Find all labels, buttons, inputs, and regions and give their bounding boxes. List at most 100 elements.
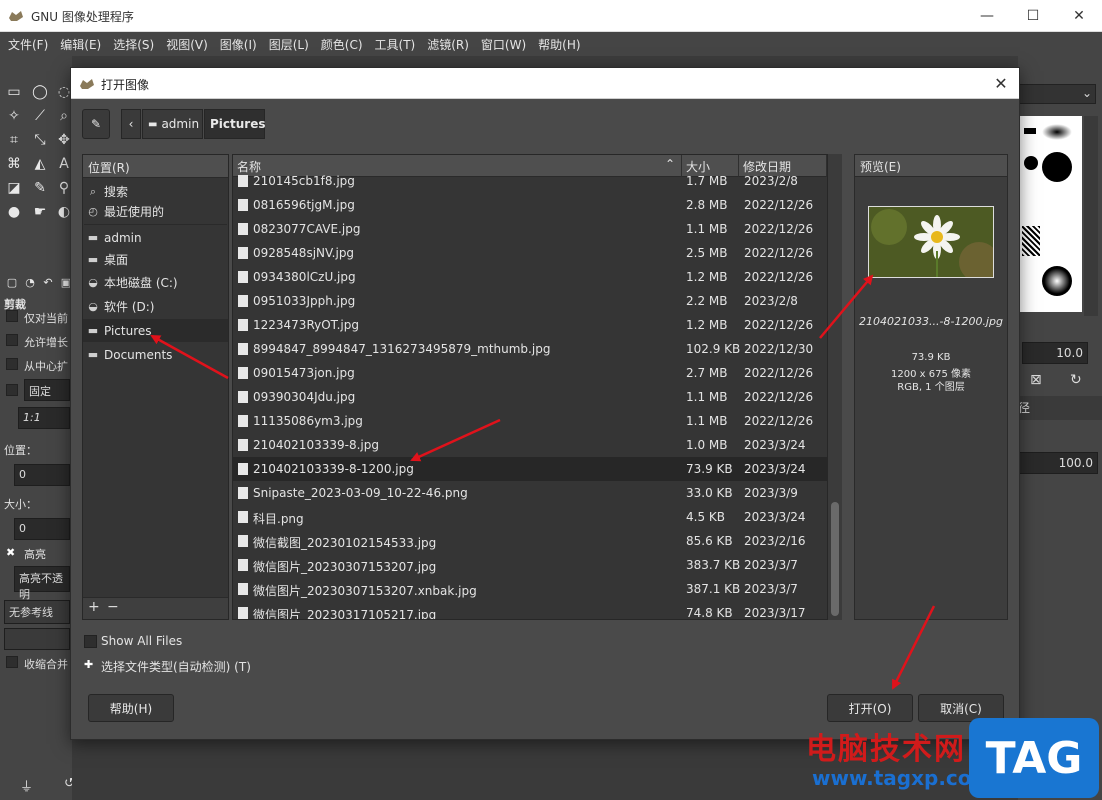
fixed-mode-select[interactable]: 固定 [24,379,70,401]
ellipse-select-tool-icon[interactable]: ◯ [30,82,50,102]
minimize-button[interactable]: — [964,0,1010,32]
place-item[interactable]: ◒ 软件 (D:) [83,295,228,318]
toolbox: ▭ ◯ ◌ ✧ ⟋ ⌕ ⌗ ⤡ ✥ ⌘ ◭ A ◪ ✎ ⚲ ● ☛ ◐ ▢ ◔ … [0,56,72,800]
maximize-button[interactable]: ☐ [1010,0,1056,32]
file-row[interactable]: 科目.png 4.5 KB 2023/3/24 [233,505,827,529]
file-row[interactable]: 11135086ym3.jpg 1.1 MB 2022/12/26 [233,409,827,433]
position-field[interactable]: 0 [14,464,70,486]
open-button[interactable]: 打开(O) [827,694,913,722]
file-row[interactable]: 8994847_8994847_1316273495879_mthumb.jpg… [233,337,827,361]
menu-item[interactable]: 帮助(H) [532,36,586,53]
opacity-field[interactable]: 100.0 [1018,452,1098,474]
preview-filename: 2104021033...-8-1200.jpg [859,315,1003,328]
file-row[interactable]: 09015473jon.jpg 2.7 MB 2022/12/26 [233,361,827,385]
brush-grid[interactable] [1018,116,1082,312]
scrollbar-thumb[interactable] [831,502,839,616]
file-icon [238,175,248,187]
tool-options-tab-icon[interactable]: ▢ [2,273,22,293]
warp-tool-icon[interactable]: ⌘ [4,154,24,174]
menu-item[interactable]: 窗口(W) [475,36,532,53]
file-name: Snipaste_2023-03-09_10-22-46.png [253,486,468,500]
delete-brush-icon[interactable]: ⊠ [1030,372,1042,388]
file-row[interactable]: 0951033Jpph.jpg 2.2 MB 2023/2/8 [233,289,827,313]
file-row[interactable]: 210145cb1f8.jpg 1.7 MB 2023/2/8 [233,169,827,193]
refresh-brush-icon[interactable]: ↻ [1070,372,1082,388]
ratio-field[interactable]: 1:1 [18,407,70,429]
expander-plus-icon[interactable]: ✚ [84,658,93,671]
highlight-check-icon[interactable]: ✖ [6,546,15,559]
place-item[interactable]: ◒ 本地磁盘 (C:) [83,271,228,294]
window-close-button[interactable]: ✕ [1056,0,1102,32]
path-back-button[interactable]: ‹ [121,109,141,139]
path-segment-pictures[interactable]: Pictures [204,109,266,139]
brush-size-field[interactable]: 10.0 [1022,342,1088,364]
type-location-button[interactable]: ✎ [82,109,110,139]
preview-thumbnail [868,206,994,278]
paintbrush-tool-icon[interactable]: ✎ [30,178,50,198]
menu-item[interactable]: 编辑(E) [54,36,107,53]
save-options-icon[interactable]: ⏚ [20,776,33,795]
file-list-scrollbar[interactable] [828,154,842,620]
dialog-close-icon[interactable]: ✕ [989,72,1013,96]
file-row[interactable]: 210402103339-8.jpg 1.0 MB 2023/3/24 [233,433,827,457]
fuzzy-select-tool-icon[interactable]: ✧ [4,106,24,126]
highlight-opacity-field[interactable]: 高亮不透明 [14,566,70,601]
help-button[interactable]: 帮助(H) [88,694,174,722]
size-field[interactable]: 0 [14,518,70,540]
file-row[interactable]: 210402103339-8-1200.jpg 73.9 KB 2023/3/24 [233,457,827,481]
brush-scrollbar[interactable] [1084,116,1098,316]
add-bookmark-icon[interactable]: + [88,599,100,615]
crop-tool-icon[interactable]: ⌗ [4,130,24,150]
menu-item[interactable]: 颜色(C) [315,36,369,53]
places-sidebar: 位置(R) ⌕ 搜索 ◴ 最近使用的 ▬ admin ▬ 桌面 ◒ 本地磁盘 (C:) ◒ 软件 (D… [82,154,229,620]
file-name: 微信图片_20230307153207.xnbak.jpg [253,584,477,598]
place-item[interactable]: ▬ 桌面 [83,248,228,271]
guides-select[interactable]: 无参考线 [4,600,70,624]
blur-tool-icon[interactable]: ● [4,202,24,222]
transform-tool-icon[interactable]: ⤡ [30,130,50,150]
menu-item[interactable]: 选择(S) [107,36,160,53]
app-title: GNU 图像处理程序 [31,10,134,24]
menu-item[interactable]: 工具(T) [369,36,422,53]
place-item[interactable]: ▬ Pictures [83,319,228,342]
show-all-files-checkbox[interactable] [84,635,97,648]
undo-history-tab-icon[interactable]: ↶ [38,273,58,293]
file-row[interactable]: 0934380lCzU.jpg 1.2 MB 2022/12/26 [233,265,827,289]
smudge-tool-icon[interactable]: ☛ [30,202,50,222]
menu-item[interactable]: 图层(L) [263,36,315,53]
drive-icon: ◒ [88,276,98,289]
dock-tab-label[interactable]: 径 [1018,396,1102,420]
eraser-tool-icon[interactable]: ◪ [4,178,24,198]
file-row[interactable]: 微信图片_20230317105217.jpg 74.8 KB 2023/3/17 [233,601,827,619]
menu-item[interactable]: 视图(V) [160,36,214,53]
file-row[interactable]: 微信图片_20230307153207.xnbak.jpg 387.1 KB 202… [233,577,827,601]
path-segment-admin[interactable]: ▬ admin [142,109,203,139]
file-row[interactable]: Snipaste_2023-03-09_10-22-46.png 33.0 KB 2… [233,481,827,505]
from-center-checkbox[interactable] [6,358,18,370]
shrink-merged-checkbox[interactable] [6,656,18,668]
guides-extra-field[interactable] [4,628,70,650]
file-row[interactable]: 微信截图_20230102154533.jpg 85.6 KB 2023/2/16 [233,529,827,553]
file-row[interactable]: 0816596tjgM.jpg 2.8 MB 2022/12/26 [233,193,827,217]
file-row[interactable]: 0823077CAVE.jpg 1.1 MB 2022/12/26 [233,217,827,241]
menu-item[interactable]: 图像(I) [214,36,263,53]
color-picker-tool-icon[interactable]: ⟋ [30,106,50,126]
menu-item[interactable]: 滤镜(R) [421,36,475,53]
place-item[interactable]: ▬ Documents [83,343,228,366]
file-row[interactable]: 微信图片_20230307153207.jpg 383.7 KB 2023/3/7 [233,553,827,577]
file-row[interactable]: 09390304Jdu.jpg 1.1 MB 2022/12/26 [233,385,827,409]
only-current-layer-checkbox[interactable] [6,310,18,322]
remove-bookmark-icon[interactable]: − [107,599,119,615]
file-row[interactable]: 0928548sjNV.jpg 2.5 MB 2022/12/26 [233,241,827,265]
bucket-fill-tool-icon[interactable]: ◭ [30,154,50,174]
rect-select-tool-icon[interactable]: ▭ [4,82,24,102]
device-status-tab-icon[interactable]: ◔ [20,273,40,293]
file-size: 4.5 KB [686,510,725,524]
place-item[interactable]: ▬ admin [83,226,228,249]
file-row[interactable]: 1223473RyOT.jpg 1.2 MB 2022/12/26 [233,313,827,337]
fixed-checkbox[interactable] [6,384,18,396]
file-type-expander[interactable]: 选择文件类型(自动检测) (T) [101,658,251,675]
allow-grow-checkbox[interactable] [6,334,18,346]
menu-item[interactable]: 文件(F) [2,36,54,53]
place-item[interactable]: ◴ 最近使用的 [83,200,228,223]
